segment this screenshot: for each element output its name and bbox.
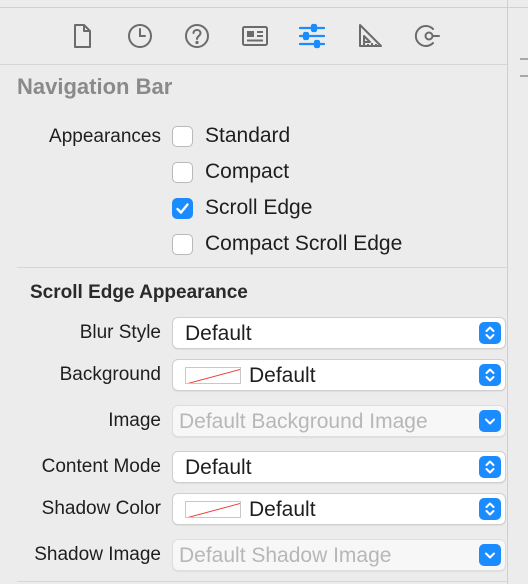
checkbox-compact[interactable]: Compact	[172, 160, 289, 184]
file-inspector-tab[interactable]	[62, 16, 102, 56]
toolbar-divider	[0, 64, 507, 65]
scroll-indicator	[520, 75, 528, 77]
panel-right-edge	[507, 0, 508, 584]
image-label: Image	[108, 410, 161, 431]
bottom-divider	[17, 581, 507, 582]
attributes-inspector-icon	[298, 23, 326, 49]
quick-help-icon	[185, 24, 209, 48]
size-inspector-icon	[358, 24, 382, 47]
up-down-chevron-icon	[479, 456, 501, 478]
color-swatch-none	[185, 367, 241, 384]
popup-value: Default	[249, 364, 316, 387]
blur-style-popup[interactable]: Default	[172, 317, 506, 349]
connections-inspector-tab[interactable]	[407, 16, 447, 56]
chevron-down-icon	[479, 544, 501, 566]
size-inspector-tab[interactable]	[350, 16, 390, 56]
shadow-image-combo-box[interactable]: Default Shadow Image	[172, 539, 506, 571]
popup-placeholder: Default Background Image	[179, 410, 428, 433]
content-mode-popup[interactable]: Default	[172, 451, 506, 483]
inspector-tab-bar	[0, 8, 507, 64]
checkbox-compact-scroll-edge[interactable]: Compact Scroll Edge	[172, 232, 402, 256]
popup-placeholder: Default Shadow Image	[179, 544, 392, 567]
background-label: Background	[59, 364, 161, 385]
identity-inspector-icon	[241, 26, 268, 46]
background-popup[interactable]: Default	[172, 359, 506, 391]
checkbox-scroll-edge[interactable]: Scroll Edge	[172, 196, 312, 220]
attributes-inspector-tab[interactable]	[292, 16, 332, 56]
identity-inspector-tab[interactable]	[235, 16, 275, 56]
color-swatch-none	[185, 501, 241, 518]
history-inspector-tab[interactable]	[120, 16, 160, 56]
quick-help-tab[interactable]	[177, 16, 217, 56]
checkbox-box[interactable]	[172, 125, 193, 147]
popup-value: Default	[249, 498, 316, 521]
shadow-color-popup[interactable]: Default	[172, 493, 506, 525]
up-down-chevron-icon	[479, 498, 501, 520]
checkbox-box[interactable]	[172, 233, 193, 255]
checkbox-label: Scroll Edge	[205, 196, 313, 219]
file-inspector-icon	[74, 24, 91, 48]
blur-style-label: Blur Style	[79, 322, 161, 343]
checkbox-label: Compact	[205, 160, 290, 183]
popup-value: Default	[185, 456, 252, 479]
checkbox-standard[interactable]: Standard	[172, 124, 290, 148]
up-down-chevron-icon	[479, 322, 501, 344]
section-title: Navigation Bar	[17, 74, 173, 99]
history-inspector-icon	[127, 24, 152, 48]
up-down-chevron-icon	[479, 364, 501, 386]
popup-value: Default	[185, 322, 252, 345]
scroll-indicator	[520, 58, 528, 60]
checkbox-label: Standard	[205, 124, 291, 147]
checkbox-box[interactable]	[172, 161, 193, 183]
connections-inspector-icon	[414, 25, 440, 47]
shadow-image-label: Shadow Image	[34, 544, 161, 565]
image-combo-box[interactable]: Default Background Image	[172, 405, 506, 437]
scroll-edge-appearance-header: Scroll Edge Appearance	[30, 282, 248, 303]
shadow-color-label: Shadow Color	[41, 498, 161, 519]
checkbox-label: Compact Scroll Edge	[205, 232, 403, 255]
chevron-down-icon	[479, 410, 501, 432]
appearances-label: Appearances	[49, 126, 161, 147]
checkmark-icon	[176, 202, 189, 214]
content-mode-label: Content Mode	[41, 456, 161, 477]
section-divider	[17, 267, 507, 268]
checkbox-box[interactable]	[172, 197, 193, 219]
